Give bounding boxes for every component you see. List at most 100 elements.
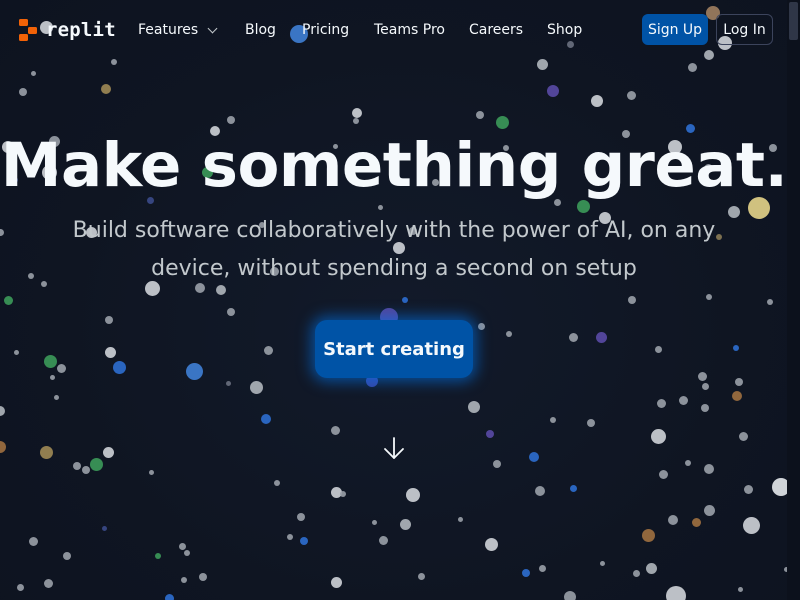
background-particle bbox=[155, 553, 161, 559]
background-particle bbox=[685, 460, 691, 466]
background-particle bbox=[340, 491, 346, 497]
background-particle bbox=[0, 228, 4, 236]
background-particle bbox=[701, 404, 709, 412]
background-particle bbox=[506, 331, 512, 337]
background-particle bbox=[63, 552, 71, 560]
background-particle bbox=[733, 345, 739, 351]
background-particle bbox=[101, 84, 111, 94]
background-particle bbox=[249, 380, 263, 394]
nav-features[interactable]: Features bbox=[138, 20, 218, 40]
background-particle bbox=[402, 297, 408, 303]
background-particle bbox=[199, 573, 207, 581]
background-particle bbox=[536, 58, 548, 70]
background-particle bbox=[28, 536, 38, 546]
background-particle bbox=[658, 469, 668, 479]
arrow-down-icon[interactable] bbox=[382, 436, 406, 462]
background-particle bbox=[399, 518, 411, 530]
background-particle bbox=[330, 576, 342, 588]
background-particle bbox=[743, 484, 753, 494]
background-particle bbox=[529, 452, 539, 462]
background-particle bbox=[185, 362, 203, 380]
background-particle bbox=[261, 414, 271, 424]
background-particle bbox=[0, 406, 5, 416]
background-particle bbox=[626, 90, 636, 100]
background-particle bbox=[43, 354, 57, 368]
background-particle bbox=[3, 295, 13, 305]
background-particle bbox=[706, 294, 712, 300]
background-particle bbox=[666, 586, 686, 600]
hero-subtitle-line-1: Build software collaboratively with the … bbox=[72, 218, 716, 243]
background-particle bbox=[587, 419, 595, 427]
nav-features-label: Features bbox=[138, 22, 199, 38]
background-particle bbox=[181, 577, 187, 583]
background-particle bbox=[39, 445, 53, 459]
replit-logo[interactable]: replit bbox=[18, 18, 116, 42]
background-particle bbox=[493, 460, 501, 468]
background-particle bbox=[148, 469, 154, 475]
background-particle bbox=[263, 345, 273, 355]
background-particle bbox=[495, 115, 509, 129]
scrollbar-thumb[interactable] bbox=[789, 2, 798, 40]
background-particle bbox=[13, 349, 19, 355]
background-particle bbox=[227, 308, 235, 316]
background-particle bbox=[628, 296, 636, 304]
background-particle bbox=[550, 417, 556, 423]
background-particle bbox=[353, 118, 359, 124]
background-particle bbox=[568, 332, 578, 342]
background-particle bbox=[417, 572, 425, 580]
hero-subtitle: Build software collaboratively with the … bbox=[64, 212, 724, 288]
background-particle bbox=[591, 95, 603, 107]
background-particle bbox=[56, 363, 66, 373]
start-creating-button[interactable]: Start creating bbox=[315, 320, 473, 378]
replit-logo-icon bbox=[18, 18, 38, 42]
page-scrollbar[interactable] bbox=[787, 0, 800, 600]
background-particle bbox=[101, 525, 107, 531]
background-particle bbox=[406, 488, 420, 502]
sign-up-button[interactable]: Sign Up bbox=[642, 14, 708, 45]
background-particle bbox=[728, 206, 740, 218]
background-particle bbox=[225, 380, 231, 386]
background-particle bbox=[569, 484, 577, 492]
background-particle bbox=[703, 504, 715, 516]
background-particle bbox=[297, 513, 305, 521]
nav-careers[interactable]: Careers bbox=[469, 20, 523, 40]
background-particle bbox=[687, 62, 697, 72]
background-particles bbox=[0, 0, 800, 600]
log-in-button[interactable]: Log In bbox=[716, 14, 773, 45]
background-particle bbox=[678, 395, 688, 405]
background-particle bbox=[178, 542, 186, 550]
background-particle bbox=[599, 560, 605, 566]
background-particle bbox=[484, 537, 498, 551]
background-particle bbox=[704, 464, 714, 474]
background-particle bbox=[476, 111, 484, 119]
background-particle bbox=[457, 516, 463, 522]
background-particle bbox=[595, 331, 607, 343]
background-particle bbox=[468, 401, 480, 413]
background-particle bbox=[377, 204, 383, 210]
background-particle bbox=[112, 360, 126, 374]
logo-text: replit bbox=[46, 19, 116, 41]
replit-home-page: replit Features Blog Pricing Teams Pro C… bbox=[0, 0, 800, 600]
background-particle bbox=[330, 486, 342, 498]
background-particle bbox=[641, 528, 655, 542]
nav-teams-pro[interactable]: Teams Pro bbox=[374, 20, 445, 40]
nav-shop[interactable]: Shop bbox=[547, 20, 582, 40]
background-particle bbox=[632, 569, 640, 577]
background-particle bbox=[735, 378, 743, 386]
background-particle bbox=[41, 281, 47, 287]
nav-pricing[interactable]: Pricing bbox=[302, 20, 349, 40]
background-particle bbox=[701, 382, 709, 390]
background-particle bbox=[28, 273, 34, 279]
background-particle bbox=[737, 586, 743, 592]
background-particle bbox=[82, 466, 90, 474]
background-particle bbox=[547, 85, 559, 97]
background-particle bbox=[732, 391, 742, 401]
nav-blog[interactable]: Blog bbox=[245, 20, 276, 40]
background-particle bbox=[697, 371, 707, 381]
background-particle bbox=[0, 441, 6, 453]
background-particle bbox=[330, 425, 340, 435]
background-particle bbox=[43, 578, 53, 588]
background-particle bbox=[287, 534, 293, 540]
background-particle bbox=[691, 517, 701, 527]
background-particle bbox=[16, 583, 24, 591]
